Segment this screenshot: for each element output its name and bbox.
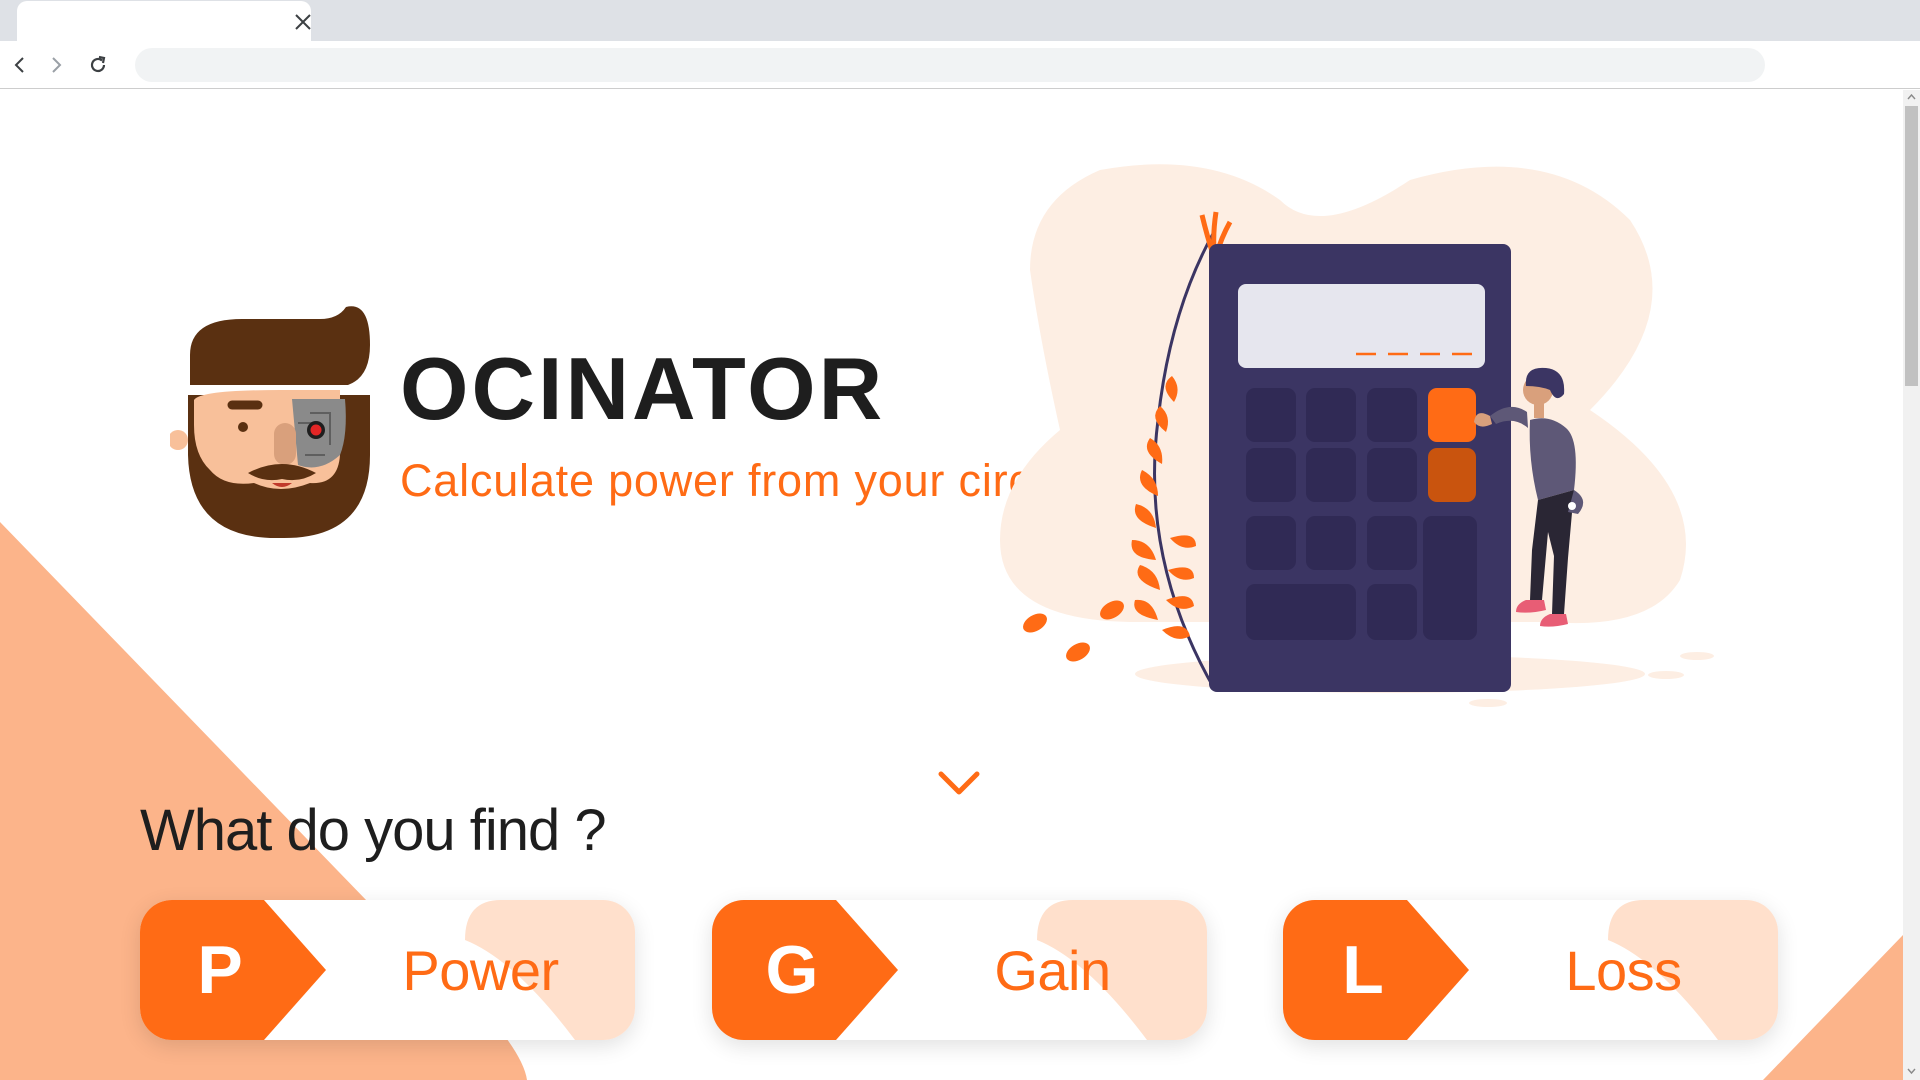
scroll-up-icon[interactable] (1907, 93, 1916, 102)
card-letter: L (1342, 932, 1384, 1008)
chevron-left-icon[interactable] (4, 49, 36, 81)
page-scrollbar[interactable] (1903, 90, 1920, 1080)
tab-strip (0, 0, 1920, 41)
cyborg-mascot-logo (170, 306, 370, 539)
card-label: Loss (1565, 938, 1682, 1002)
chevron-right-icon[interactable] (40, 49, 72, 81)
scrollbar-thumb[interactable] (1905, 106, 1918, 386)
card-letter: G (765, 932, 819, 1008)
chevron-down-icon[interactable] (937, 768, 981, 798)
address-bar[interactable] (135, 48, 1765, 82)
page-viewport: OCINATOR Calculate power from your circu… (0, 90, 1903, 1080)
card-loss[interactable]: L Loss (1283, 900, 1778, 1040)
card-gain[interactable]: G Gain (712, 900, 1207, 1040)
browser-toolbar (0, 41, 1920, 89)
section-title: What do you find ? (140, 798, 607, 863)
card-label: Gain (994, 938, 1111, 1002)
card-letter: P (197, 932, 243, 1008)
calculator-illustration (1000, 164, 1714, 707)
brand-tagline: Calculate power from your circuit (400, 455, 1082, 506)
close-icon[interactable] (290, 9, 316, 35)
browser-tab[interactable] (17, 1, 311, 41)
card-power[interactable]: P Power (140, 900, 635, 1040)
card-label: Power (402, 938, 559, 1002)
scroll-down-icon[interactable] (1907, 1066, 1916, 1075)
brand-title: OCINATOR (400, 339, 886, 438)
reload-icon[interactable] (82, 49, 114, 81)
